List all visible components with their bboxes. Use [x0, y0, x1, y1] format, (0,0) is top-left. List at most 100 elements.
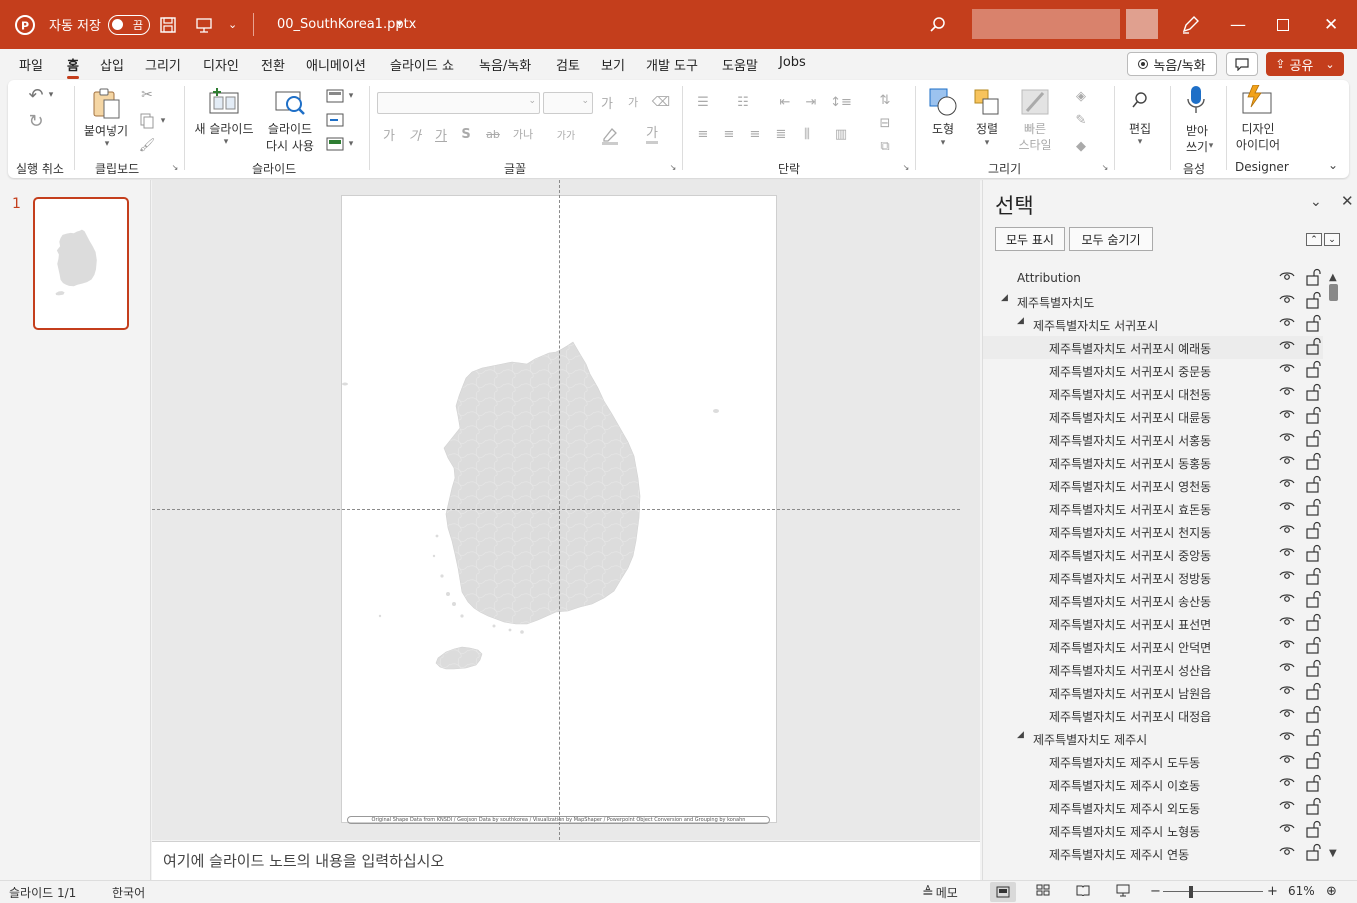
- reset-icon[interactable]: [324, 112, 346, 128]
- character-spacing-icon[interactable]: 가나: [508, 124, 538, 144]
- visibility-eye-icon[interactable]: [1279, 592, 1295, 607]
- unlock-icon[interactable]: [1305, 728, 1321, 749]
- visibility-eye-icon[interactable]: [1279, 546, 1295, 561]
- redo-icon[interactable]: ↻: [24, 110, 48, 132]
- unlock-icon[interactable]: [1305, 590, 1321, 611]
- visibility-eye-icon[interactable]: [1279, 638, 1295, 653]
- format-painter-icon[interactable]: 🖌: [138, 136, 156, 154]
- horizontal-guide[interactable]: [152, 509, 960, 510]
- selection-item[interactable]: 제주특별자치도 서귀포시 중문동: [983, 359, 1323, 382]
- tab-developer[interactable]: 개발 도구: [646, 55, 698, 74]
- text-direction-icon[interactable]: ⇅: [870, 90, 900, 110]
- visibility-eye-icon[interactable]: [1279, 523, 1295, 538]
- bold-icon[interactable]: 가: [380, 124, 398, 144]
- visibility-eye-icon[interactable]: [1279, 753, 1295, 768]
- unlock-icon[interactable]: [1305, 383, 1321, 404]
- unlock-icon[interactable]: [1305, 751, 1321, 772]
- close-icon[interactable]: ✕: [1324, 0, 1338, 49]
- selection-item[interactable]: 제주특별자치도 서귀포시 서홍동: [983, 428, 1323, 451]
- selection-item[interactable]: ◢ 제주특별자치도: [983, 290, 1323, 313]
- tab-draw[interactable]: 그리기: [145, 55, 181, 74]
- selection-item[interactable]: ◢ 제주특별자치도 제주시: [983, 727, 1323, 750]
- tab-transitions[interactable]: 전환: [261, 55, 285, 74]
- copy-dropdown-icon[interactable]: ▾: [158, 114, 168, 128]
- increase-indent-icon[interactable]: ⇥: [800, 92, 822, 112]
- selection-item[interactable]: 제주특별자치도 서귀포시 남원읍: [983, 681, 1323, 704]
- autosave-toggle[interactable]: 끔: [108, 0, 150, 49]
- numbering-icon[interactable]: ☷: [732, 92, 754, 112]
- visibility-eye-icon[interactable]: [1279, 500, 1295, 515]
- quick-styles-label-1[interactable]: 빠른: [1012, 120, 1058, 137]
- columns-icon[interactable]: ▥: [826, 124, 856, 144]
- visibility-eye-icon[interactable]: [1279, 339, 1295, 354]
- clear-formatting-icon[interactable]: ⌫: [651, 92, 671, 112]
- align-center-icon[interactable]: ≡: [718, 124, 740, 144]
- unlock-icon[interactable]: [1305, 360, 1321, 381]
- shapes-label[interactable]: 도형: [924, 120, 962, 137]
- shadow-icon[interactable]: S: [457, 124, 475, 144]
- selection-item[interactable]: 제주특별자치도 서귀포시 동홍동: [983, 451, 1323, 474]
- expand-toggle-icon[interactable]: ◢: [1001, 293, 1008, 303]
- visibility-eye-icon[interactable]: [1279, 293, 1295, 308]
- visibility-eye-icon[interactable]: [1279, 799, 1295, 814]
- fit-slide-icon[interactable]: ⊕: [1326, 884, 1337, 899]
- collapse-ribbon-icon[interactable]: ⌄: [1325, 158, 1341, 172]
- selection-item[interactable]: 제주특별자치도 서귀포시 안덕면: [983, 635, 1323, 658]
- change-case-icon[interactable]: 가가: [551, 124, 581, 144]
- undo-icon[interactable]: ↶: [24, 84, 48, 106]
- highlight-color-icon[interactable]: [596, 124, 624, 146]
- visibility-eye-icon[interactable]: [1279, 454, 1295, 469]
- copy-icon[interactable]: [138, 112, 156, 130]
- tab-slideshow[interactable]: 슬라이드 쇼: [390, 55, 454, 74]
- visibility-eye-icon[interactable]: [1279, 477, 1295, 492]
- selection-item[interactable]: 제주특별자치도 서귀포시 정방동: [983, 566, 1323, 589]
- filename-dropdown-icon[interactable]: ▾: [397, 0, 402, 49]
- distribute-icon[interactable]: ⫼: [796, 124, 818, 144]
- visibility-eye-icon[interactable]: [1279, 569, 1295, 584]
- vertical-guide[interactable]: [559, 180, 560, 840]
- selection-item[interactable]: Attribution: [983, 267, 1323, 290]
- save-icon[interactable]: [159, 0, 177, 49]
- undo-dropdown-icon[interactable]: ▾: [46, 88, 56, 102]
- selection-item[interactable]: 제주특별자치도 서귀포시 천지동: [983, 520, 1323, 543]
- dictate-dropdown-icon[interactable]: ▾: [1206, 140, 1216, 152]
- underline-icon[interactable]: 가: [432, 124, 450, 144]
- unlock-icon[interactable]: [1305, 429, 1321, 450]
- align-text-icon[interactable]: ⊟: [870, 113, 900, 133]
- reading-view-icon[interactable]: [1076, 884, 1090, 899]
- unlock-icon[interactable]: [1305, 843, 1321, 864]
- dictate-microphone-icon[interactable]: [1184, 84, 1208, 118]
- notes-pane[interactable]: 여기에 슬라이드 노트의 내용을 입력하십시오: [152, 841, 980, 880]
- avatar[interactable]: [1126, 9, 1158, 39]
- record-button[interactable]: 녹음/녹화: [1127, 52, 1217, 76]
- share-button[interactable]: ⇪ 공유 ⌄: [1266, 52, 1344, 76]
- visibility-eye-icon[interactable]: [1279, 316, 1295, 331]
- drawing-launcher-icon[interactable]: ↘: [1100, 162, 1110, 172]
- font-launcher-icon[interactable]: ↘: [668, 162, 678, 172]
- paste-dropdown-icon[interactable]: ▾: [102, 138, 112, 150]
- visibility-eye-icon[interactable]: [1279, 845, 1295, 860]
- unlock-icon[interactable]: [1305, 659, 1321, 680]
- layout-dropdown-icon[interactable]: ▾: [346, 90, 356, 102]
- arrange-icon[interactable]: [970, 86, 1004, 118]
- editing-search-icon[interactable]: [1128, 88, 1152, 112]
- tab-home[interactable]: 홈: [67, 55, 79, 79]
- tab-file[interactable]: 파일: [19, 55, 43, 74]
- visibility-eye-icon[interactable]: [1279, 684, 1295, 699]
- zoom-slider-thumb[interactable]: [1189, 886, 1193, 898]
- unlock-icon[interactable]: [1305, 613, 1321, 634]
- italic-icon[interactable]: 가: [406, 124, 424, 144]
- shapes-dropdown-icon[interactable]: ▾: [938, 137, 948, 149]
- unlock-icon[interactable]: [1305, 682, 1321, 703]
- selection-item[interactable]: 제주특별자치도 제주시 이호동: [983, 773, 1323, 796]
- unlock-icon[interactable]: [1305, 521, 1321, 542]
- unlock-icon[interactable]: [1305, 314, 1321, 335]
- unlock-icon[interactable]: [1305, 544, 1321, 565]
- designer-label-2[interactable]: 아이디어: [1228, 136, 1288, 153]
- tab-animations[interactable]: 애니메이션: [306, 55, 366, 74]
- selection-item[interactable]: 제주특별자치도 서귀포시 송산동: [983, 589, 1323, 612]
- tab-record[interactable]: 녹음/녹화: [479, 55, 531, 74]
- strikethrough-icon[interactable]: ab: [483, 124, 503, 144]
- unlock-icon[interactable]: [1305, 268, 1321, 289]
- unlock-icon[interactable]: [1305, 337, 1321, 358]
